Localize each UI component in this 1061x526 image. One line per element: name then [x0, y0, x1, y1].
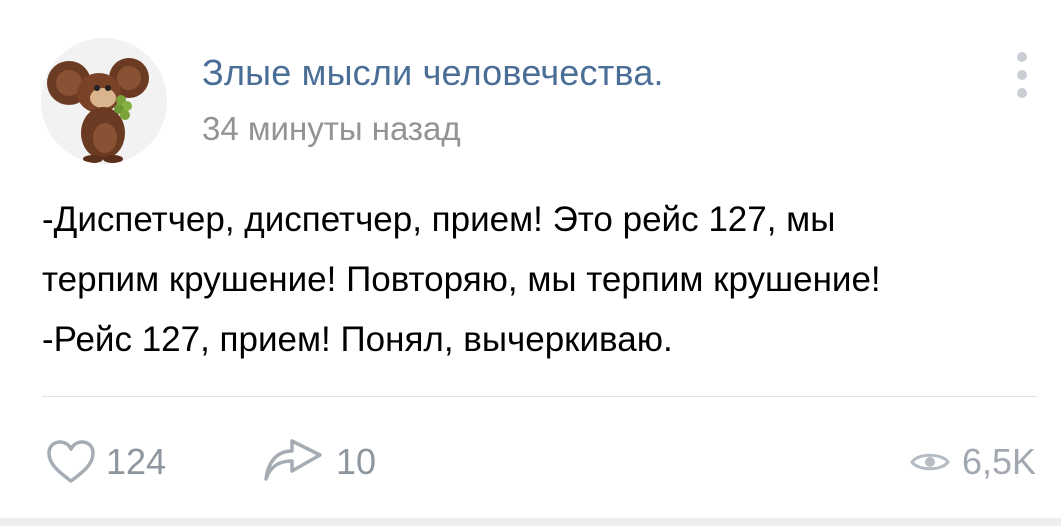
card-separator [0, 518, 1061, 526]
post-card: Злые мысли человечества. 34 минуты назад… [0, 0, 1061, 526]
more-vertical-icon [1017, 70, 1027, 80]
post-text-line: -Рейс 127, прием! Понял, вычеркиваю. [42, 320, 673, 359]
views-count: 6,5K [961, 441, 1036, 482]
avatar[interactable] [41, 38, 167, 164]
post-text-line: -Диспетчер, диспетчер, прием! Это рейс 1… [42, 200, 836, 239]
eye-icon [910, 453, 950, 471]
cheburashka-avatar-image [41, 38, 167, 164]
share-button[interactable]: 10 [262, 437, 376, 487]
share-count: 10 [336, 441, 377, 482]
heart-icon [47, 440, 95, 483]
author-name[interactable]: Злые мысли человечества. [202, 52, 664, 94]
post-text-line: терпим крушение! Повторяю, мы терпим кру… [42, 260, 881, 299]
like-count: 124 [106, 441, 167, 482]
post-text: -Диспетчер, диспетчер, прием! Это рейс 1… [42, 190, 1042, 370]
more-options-button[interactable] [1004, 48, 1040, 104]
post-timestamp: 34 минуты назад [202, 110, 461, 147]
divider [42, 396, 1037, 397]
share-arrow-icon [264, 439, 322, 481]
like-button[interactable]: 124 [46, 437, 166, 487]
views-indicator: 6,5K [910, 437, 1036, 487]
more-vertical-icon [1017, 88, 1027, 98]
more-vertical-icon [1017, 52, 1027, 62]
